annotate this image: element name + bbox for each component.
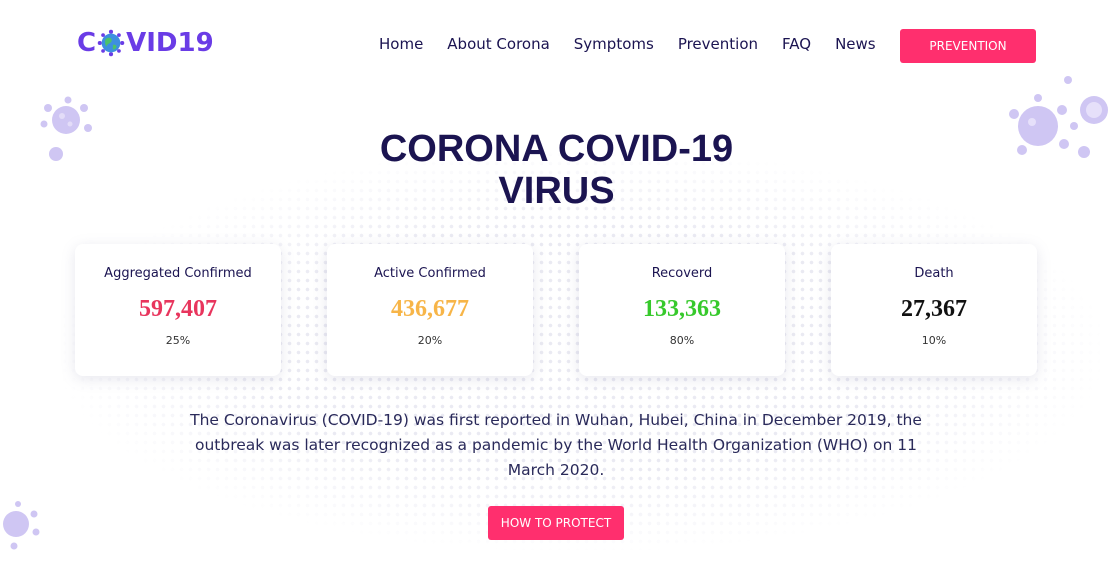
nav-item-news[interactable]: News bbox=[835, 35, 876, 53]
logo-text-prefix: C bbox=[77, 28, 97, 58]
intro-description: The Coronavirus (COVID-19) was first rep… bbox=[190, 411, 922, 479]
stat-percent: 25% bbox=[165, 334, 191, 347]
main-nav: Home About Corona Symptoms Prevention FA… bbox=[379, 35, 900, 53]
stat-card-recovered: Recoverd 133,363 80% bbox=[579, 244, 785, 376]
nav-item-symptoms[interactable]: Symptoms bbox=[574, 35, 654, 53]
nav-item-home[interactable]: Home bbox=[379, 35, 423, 53]
virus-globe-icon bbox=[97, 29, 125, 57]
stat-card-aggregated-confirmed: Aggregated Confirmed 597,407 25% bbox=[75, 244, 281, 376]
stat-value: 597,407 bbox=[139, 296, 217, 322]
stats-cards: Aggregated Confirmed 597,407 25% Active … bbox=[75, 244, 1037, 376]
stat-label: Recoverd bbox=[651, 266, 713, 281]
nav-item-prevention[interactable]: Prevention bbox=[678, 35, 758, 53]
logo-text-suffix: VID19 bbox=[126, 28, 214, 58]
stat-percent: 80% bbox=[669, 334, 695, 347]
stat-card-active-confirmed: Active Confirmed 436,677 20% bbox=[327, 244, 533, 376]
stat-label: Death bbox=[914, 266, 954, 281]
stat-value: 436,677 bbox=[391, 296, 469, 322]
stat-label: Aggregated Confirmed bbox=[104, 266, 252, 281]
logo[interactable]: C VID19 bbox=[77, 27, 214, 59]
stat-value: 133,363 bbox=[643, 296, 721, 322]
stat-label: Active Confirmed bbox=[374, 266, 486, 281]
page-title-line2: VIRUS bbox=[498, 170, 615, 212]
stat-percent: 20% bbox=[417, 334, 443, 347]
prevention-button[interactable]: PREVENTION bbox=[900, 29, 1036, 63]
how-to-protect-button[interactable]: HOW TO PROTECT bbox=[488, 506, 624, 540]
nav-item-faq[interactable]: FAQ bbox=[782, 35, 811, 53]
page-title-line1: CORONA COVID-19 bbox=[379, 128, 734, 170]
stat-value: 27,367 bbox=[901, 296, 967, 322]
nav-item-about-corona[interactable]: About Corona bbox=[447, 35, 549, 53]
stat-card-death: Death 27,367 10% bbox=[831, 244, 1037, 376]
page-title: CORONA COVID-19 VIRUS bbox=[0, 128, 1113, 212]
virus-icon bbox=[3, 501, 40, 550]
stat-percent: 10% bbox=[921, 334, 947, 347]
